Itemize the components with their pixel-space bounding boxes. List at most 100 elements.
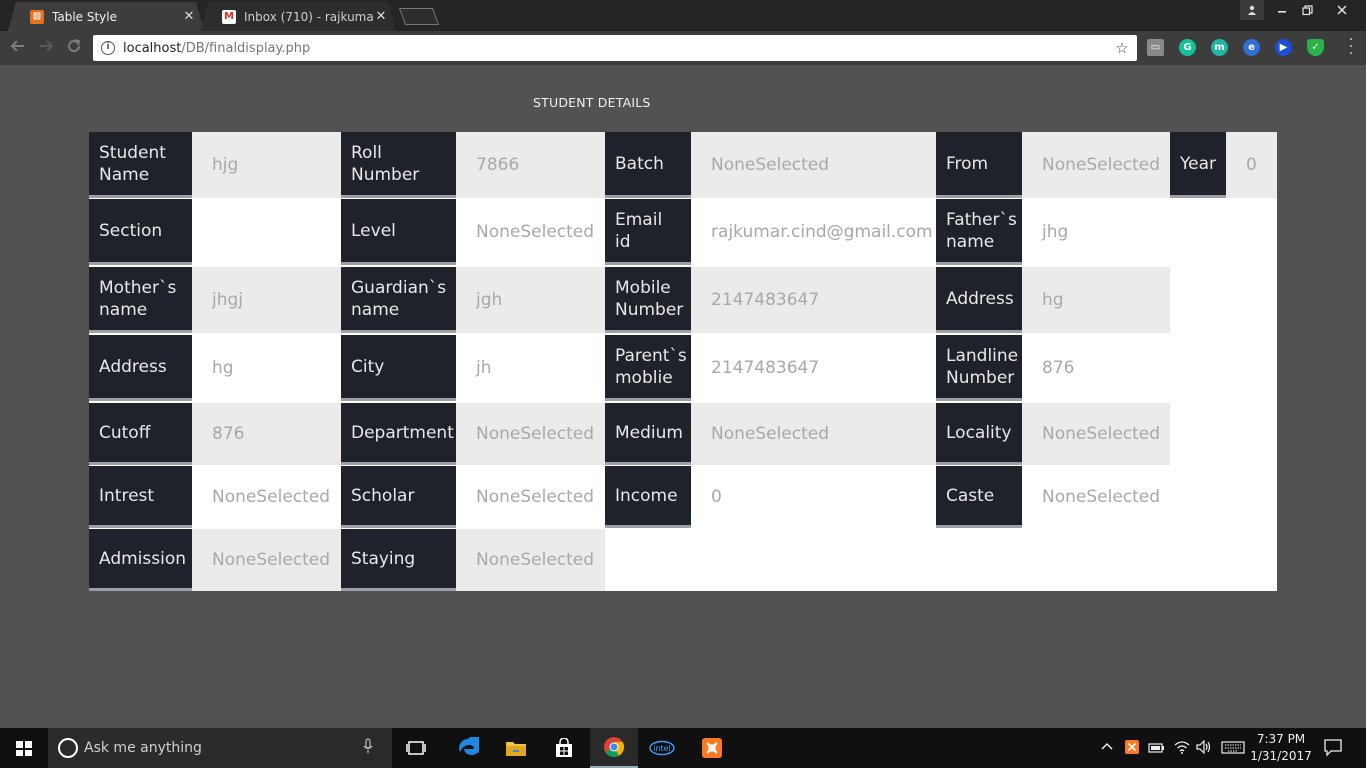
field-value: NoneSelected — [476, 222, 595, 242]
profile-icon[interactable] — [1240, 0, 1264, 20]
table-row: Mother`s name jhgj Guardian`s name jgh M… — [89, 267, 1170, 333]
tab-close-icon[interactable]: ✕ — [182, 9, 196, 24]
field-label: Caste — [936, 466, 1022, 528]
field-value: NoneSelected — [1042, 155, 1161, 175]
clock-time: 7:37 PM — [1256, 732, 1306, 746]
field-label: Section — [89, 199, 192, 265]
table-row: Intrest NoneSelected Scholar NoneSelecte… — [89, 466, 1170, 528]
field-value: NoneSelected — [212, 487, 331, 507]
field-value: NoneSelected — [476, 487, 595, 507]
field-value: NoneSelected — [711, 424, 830, 444]
search-placeholder: Ask me anything — [84, 740, 202, 756]
address-bar[interactable]: i localhost/DB/finaldisplay.php ☆ — [93, 35, 1137, 61]
intel-icon[interactable]: intel — [638, 728, 686, 768]
field-label: Income — [605, 466, 691, 528]
field-value: 876 — [1042, 358, 1075, 378]
field-value: NoneSelected — [1042, 487, 1161, 507]
field-value: NoneSelected — [476, 550, 595, 570]
field-label: Cutoff — [89, 403, 192, 465]
xampp-icon[interactable] — [688, 728, 736, 768]
field-value: jgh — [476, 290, 503, 310]
microphone-icon[interactable] — [358, 738, 378, 758]
volume-icon[interactable] — [1196, 739, 1212, 757]
field-value: NoneSelected — [711, 155, 830, 175]
field-label: Medium — [605, 403, 691, 465]
field-value: 2147483647 — [711, 358, 820, 378]
task-view-icon[interactable] — [392, 728, 440, 768]
xampp-favicon-icon: ⊠ — [30, 10, 44, 24]
field-label: Department — [341, 403, 456, 465]
new-tab-button[interactable] — [398, 8, 440, 25]
svg-text:intel: intel — [653, 744, 671, 753]
field-label: From — [936, 132, 1022, 198]
field-label: Mother`s name — [89, 267, 192, 333]
url-path: /DB/finaldisplay.php — [181, 40, 311, 56]
page-title: STUDENT DETAILS — [533, 95, 651, 110]
url-host: localhost — [123, 40, 182, 56]
bookmark-star-icon[interactable]: ☆ — [1113, 39, 1131, 57]
chrome-icon[interactable] — [590, 728, 638, 768]
back-arrow-icon[interactable] — [8, 38, 28, 58]
forward-arrow-icon[interactable] — [36, 38, 56, 58]
field-label: Level — [341, 199, 456, 265]
chrome-menu-icon[interactable]: · · · — [1346, 33, 1356, 61]
field-label: Email id — [605, 199, 691, 265]
field-label: Father`s name — [936, 199, 1022, 265]
tab-table-style[interactable]: ⊠ Table Style ✕ — [8, 2, 204, 31]
edge-extension-icon[interactable]: e — [1243, 39, 1260, 56]
field-value — [192, 199, 341, 265]
chevron-up-icon[interactable] — [1100, 740, 1114, 755]
field-label: Parent`s moblie — [605, 335, 691, 401]
field-label: Roll Number — [341, 132, 456, 198]
tab-close-icon[interactable]: ✕ — [374, 9, 388, 24]
file-explorer-icon[interactable] — [492, 728, 540, 768]
field-value: 0 — [1246, 155, 1257, 175]
tab-title: Inbox (710) - rajkumar.cir — [244, 9, 374, 24]
restore-icon[interactable] — [1294, 0, 1320, 20]
field-label: Admission — [89, 529, 192, 591]
wifi-icon[interactable] — [1174, 740, 1190, 757]
field-value: hg — [212, 358, 234, 378]
gmail-favicon-icon: M — [222, 10, 236, 24]
edge-icon[interactable] — [444, 728, 492, 768]
student-details-table: Student Name hjg Roll Number 7866 Batch … — [89, 132, 1277, 591]
field-value: 876 — [212, 424, 245, 444]
field-label: Locality — [936, 403, 1022, 465]
xampp-tray-icon[interactable] — [1124, 739, 1140, 758]
system-clock[interactable]: 7:37 PM 1/31/2017 — [1240, 731, 1322, 765]
reload-icon[interactable] — [64, 38, 84, 58]
cortana-search-box[interactable]: Ask me anything — [48, 728, 392, 768]
field-value: NoneSelected — [212, 550, 331, 570]
tab-inbox[interactable]: M Inbox (710) - rajkumar.cir ✕ — [200, 2, 396, 31]
battery-icon[interactable] — [1148, 740, 1166, 757]
field-value: 7866 — [476, 155, 520, 175]
shield-extension-icon[interactable]: ✓ — [1307, 39, 1324, 56]
start-button[interactable] — [0, 728, 48, 768]
store-icon[interactable] — [540, 728, 588, 768]
field-value: hg — [1042, 290, 1064, 310]
field-label: Guardian`s name — [341, 267, 456, 333]
windows-logo-icon — [16, 741, 32, 756]
field-label: Intrest — [89, 466, 192, 528]
field-label: Staying — [341, 529, 456, 591]
table-row: Cutoff 876 Department NoneSelected Mediu… — [89, 403, 1170, 465]
field-label: Student Name — [89, 132, 192, 198]
field-label: Landline Number — [936, 335, 1022, 401]
clock-date: 1/31/2017 — [1250, 749, 1312, 763]
field-label: City — [341, 335, 456, 401]
windows-taskbar: Ask me anything intel 7:37 PM 1/31/2017 — [0, 728, 1366, 768]
browser-tab-strip: ⊠ Table Style ✕ M Inbox (710) - rajkumar… — [0, 0, 1366, 31]
cast-extension-icon[interactable]: ▭ — [1147, 39, 1164, 56]
close-icon[interactable] — [1322, 0, 1362, 20]
m-extension-icon[interactable]: m — [1211, 39, 1228, 56]
table-row: Section Level NoneSelected Email id rajk… — [89, 199, 1170, 265]
minimize-icon[interactable] — [1270, 0, 1294, 20]
grammarly-extension-icon[interactable]: G — [1179, 39, 1196, 56]
info-icon[interactable]: i — [101, 41, 115, 55]
field-label: Mobile Number — [605, 267, 691, 333]
field-value: 0 — [711, 487, 722, 507]
action-center-icon[interactable] — [1322, 736, 1344, 758]
table-row: Admission NoneSelected Staying NoneSelec… — [89, 529, 605, 591]
field-label: Address — [89, 335, 192, 401]
play-extension-icon[interactable]: ▶ — [1275, 39, 1292, 56]
